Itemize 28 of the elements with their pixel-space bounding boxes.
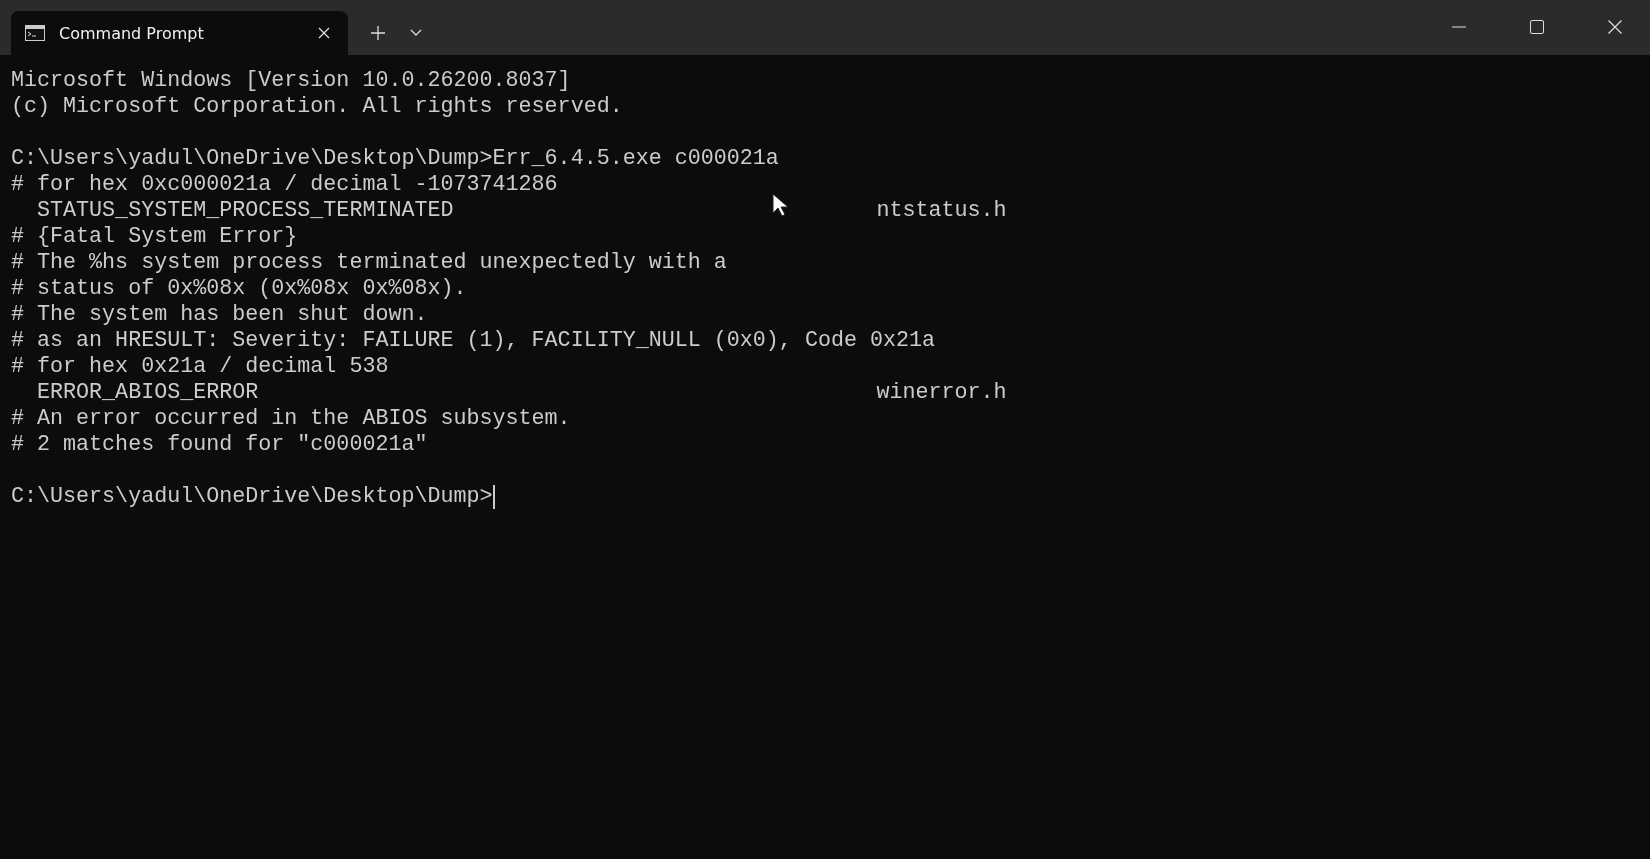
tab-title: Command Prompt bbox=[59, 23, 205, 43]
terminal-tab[interactable]: Command Prompt bbox=[11, 11, 348, 55]
maximize-icon[interactable] bbox=[1530, 19, 1544, 34]
output-line: # 2 matches found for "c000021a" bbox=[11, 432, 428, 458]
terminal-icon bbox=[25, 25, 45, 41]
mouse-pointer-icon bbox=[772, 193, 790, 217]
text-cursor bbox=[492, 485, 495, 509]
output-line: (c) Microsoft Corporation. All rights reserved. bbox=[11, 94, 623, 120]
output-line: C:\Users\yadul\OneDrive\Desktop\Dump>Err_6.4.5.exe c000021a bbox=[11, 146, 779, 172]
dropdown-caret-icon[interactable] bbox=[410, 29, 422, 37]
output-line: # as an HRESULT: Severity: FAILURE (1), FACILITY_NULL (0x0), Code 0x21a bbox=[11, 328, 936, 354]
output-line: # status of 0x%08x (0x%08x 0x%08x). bbox=[11, 276, 467, 302]
output-line: # The system has been shut down. bbox=[11, 302, 428, 328]
close-tab-icon[interactable] bbox=[318, 27, 330, 39]
output-line: # The %hs system process terminated unexpectedly with a bbox=[11, 250, 727, 276]
output-line: Microsoft Windows [Version 10.0.26200.8037] bbox=[11, 68, 571, 94]
minimize-icon[interactable] bbox=[1452, 25, 1466, 28]
command-prompt: C:\Users\yadul\OneDrive\Desktop\Dump> bbox=[11, 484, 493, 510]
header-file-name: winerror.h bbox=[876, 380, 1007, 406]
output-line: STATUS_SYSTEM_PROCESS_TERMINATED bbox=[36, 198, 454, 223]
output-line: # for hex 0xc000021a / decimal -1073741286 bbox=[11, 172, 558, 198]
close-icon[interactable] bbox=[1608, 19, 1622, 34]
output-line: # for hex 0x21a / decimal 538 bbox=[11, 354, 389, 380]
new-tab-icon[interactable] bbox=[370, 25, 386, 41]
output-line: ERROR_ABIOS_ERROR bbox=[36, 380, 259, 405]
output-line: # {Fatal System Error} bbox=[11, 224, 298, 250]
output-line: # An error occurred in the ABIOS subsystem. bbox=[11, 406, 571, 432]
header-file-name: ntstatus.h bbox=[876, 198, 1007, 224]
